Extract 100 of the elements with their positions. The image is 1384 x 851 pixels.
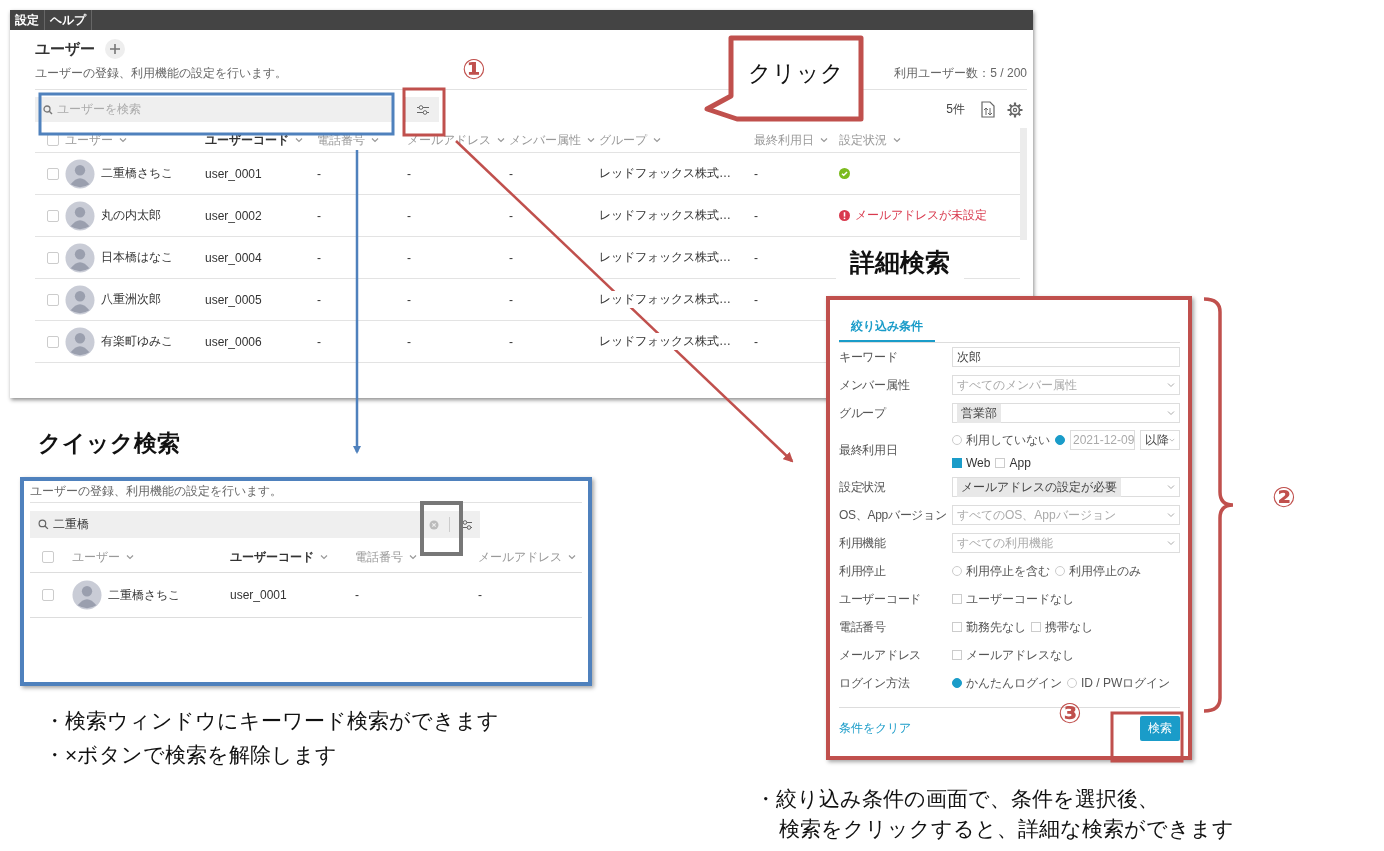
checkbox-option[interactable]: Web bbox=[952, 456, 991, 470]
caret-icon bbox=[1167, 382, 1175, 388]
radio-option[interactable]: かんたんログイン bbox=[952, 674, 1062, 692]
caret-icon bbox=[409, 554, 417, 560]
page-description: ユーザーの登録、利用機能の設定を行います。 bbox=[30, 484, 283, 499]
table-cell-text: - bbox=[754, 166, 759, 181]
user-name: 丸の内太郎 bbox=[101, 207, 161, 224]
radio-option[interactable] bbox=[1055, 435, 1065, 445]
filter-icon bbox=[415, 103, 430, 116]
row-checkbox[interactable] bbox=[47, 167, 59, 180]
caret-icon bbox=[820, 137, 828, 143]
table-cell-text: - bbox=[754, 250, 759, 265]
caret-icon bbox=[320, 554, 328, 560]
field-label: メンバー属性 bbox=[839, 376, 911, 394]
note-text: ・絞り込み条件の画面で、条件を選択後、 bbox=[755, 786, 1160, 812]
row-checkbox[interactable] bbox=[47, 335, 59, 348]
caret-icon bbox=[371, 137, 379, 143]
caret-icon bbox=[1167, 540, 1175, 546]
settings-icon[interactable] bbox=[1007, 101, 1023, 118]
table-cell-text: user_0001 bbox=[205, 166, 263, 181]
user-count: 利用ユーザー数：5 / 200 bbox=[894, 64, 1027, 82]
select-all-checkbox[interactable] bbox=[42, 551, 54, 563]
table-cell: レッドフォックス株式… bbox=[599, 249, 733, 266]
user-name: 二重橋さちこ bbox=[101, 165, 173, 182]
field-label: グループ bbox=[839, 404, 888, 422]
menu-item[interactable]: 設定 bbox=[10, 10, 45, 30]
checkbox-option[interactable]: メールアドレスなし bbox=[952, 646, 1074, 664]
status-text: メールアドレスが未設定 bbox=[855, 207, 987, 224]
dropdown[interactable]: メールアドレスの設定が必要 bbox=[952, 477, 1180, 497]
table-cell-text: - bbox=[317, 334, 322, 349]
input-field[interactable]: 次郎 bbox=[952, 347, 1180, 367]
radio-option[interactable]: 利用していない bbox=[952, 431, 1050, 449]
highlight-frame bbox=[402, 87, 446, 137]
caret-icon bbox=[653, 137, 661, 143]
caret-icon bbox=[1167, 484, 1175, 490]
step-number: ② bbox=[1272, 484, 1296, 512]
menu-item[interactable]: ヘルプ bbox=[45, 10, 92, 30]
field-label: ログイン方法 bbox=[839, 674, 911, 692]
row-checkbox[interactable] bbox=[47, 293, 59, 306]
search-field[interactable]: 二重橋 bbox=[30, 511, 480, 538]
table-cell-text: - bbox=[317, 292, 322, 307]
note-text: 検索をクリックすると、詳細な検索ができます bbox=[778, 816, 1234, 842]
search-icon bbox=[43, 104, 53, 115]
column-header[interactable]: ユーザーコード bbox=[205, 131, 303, 149]
row-checkbox[interactable] bbox=[42, 589, 54, 601]
caret-icon bbox=[1167, 512, 1175, 518]
user-name: 有楽町ゆみこ bbox=[101, 333, 173, 350]
caret-icon bbox=[126, 554, 134, 560]
table-cell-text: - bbox=[509, 250, 514, 265]
plus-icon bbox=[109, 43, 121, 55]
field-label: 電話番号 bbox=[839, 618, 887, 636]
selected-tag: 営業部 bbox=[957, 403, 1001, 423]
column-header[interactable]: ユーザーコード bbox=[230, 548, 328, 566]
table-cell-text: user_0004 bbox=[205, 250, 263, 265]
field-label: キーワード bbox=[839, 348, 899, 366]
row-checkbox[interactable] bbox=[47, 209, 59, 222]
table-cell-text: - bbox=[509, 292, 514, 307]
checkbox-option[interactable]: 勤務先なし bbox=[952, 618, 1026, 636]
filter-button[interactable] bbox=[405, 97, 439, 122]
radio-option[interactable]: ID / PWログイン bbox=[1067, 674, 1171, 692]
user-name: 二重橋さちこ bbox=[108, 586, 180, 604]
caret-icon bbox=[295, 137, 303, 143]
search-icon bbox=[38, 519, 49, 530]
filter-icon[interactable] bbox=[460, 517, 474, 532]
avatar-icon bbox=[65, 284, 95, 315]
export-icon[interactable] bbox=[981, 101, 995, 118]
checkbox-option[interactable]: App bbox=[995, 456, 1031, 470]
table-cell: レッドフォックス株式… bbox=[599, 291, 733, 308]
table-cell-text: - bbox=[407, 208, 412, 223]
field-label: ユーザーコード bbox=[839, 590, 922, 608]
checkbox-option[interactable]: ユーザーコードなし bbox=[952, 590, 1074, 608]
field-label: 利用停止 bbox=[839, 562, 887, 580]
caret-icon bbox=[568, 554, 576, 560]
radio-option[interactable]: 利用停止のみ bbox=[1055, 562, 1141, 580]
table-cell-text: user_0001 bbox=[230, 588, 288, 602]
step-number: ① bbox=[462, 56, 486, 84]
avatar-icon bbox=[65, 158, 95, 189]
row-checkbox[interactable] bbox=[47, 251, 59, 264]
avatar-icon bbox=[65, 200, 95, 231]
avatar-icon bbox=[65, 326, 95, 357]
table-cell-text: - bbox=[407, 250, 412, 265]
field-label: メールアドレス bbox=[839, 646, 922, 664]
page-title: ユーザー bbox=[35, 39, 95, 59]
clear-icon[interactable] bbox=[429, 519, 439, 530]
table-cell-text: - bbox=[478, 588, 483, 602]
table-cell-text: - bbox=[355, 588, 360, 602]
field-label: 最終利用日 bbox=[839, 441, 899, 459]
checkbox-option[interactable]: 携帯なし bbox=[1031, 618, 1093, 636]
table-cell: レッドフォックス株式… bbox=[599, 165, 733, 182]
table-cell-text: user_0006 bbox=[205, 334, 263, 349]
highlight-frame bbox=[420, 501, 463, 556]
table-cell-text: - bbox=[407, 166, 412, 181]
caret-icon bbox=[497, 137, 505, 143]
add-button[interactable] bbox=[105, 39, 125, 59]
radio-option[interactable]: 利用停止を含む bbox=[952, 562, 1050, 580]
caret-icon bbox=[119, 137, 127, 143]
scrollbar[interactable] bbox=[1020, 128, 1027, 240]
dropdown[interactable]: 営業部 bbox=[952, 403, 1180, 423]
result-count: 5件 bbox=[946, 101, 965, 118]
dropdown[interactable]: 以降 bbox=[1140, 430, 1180, 450]
